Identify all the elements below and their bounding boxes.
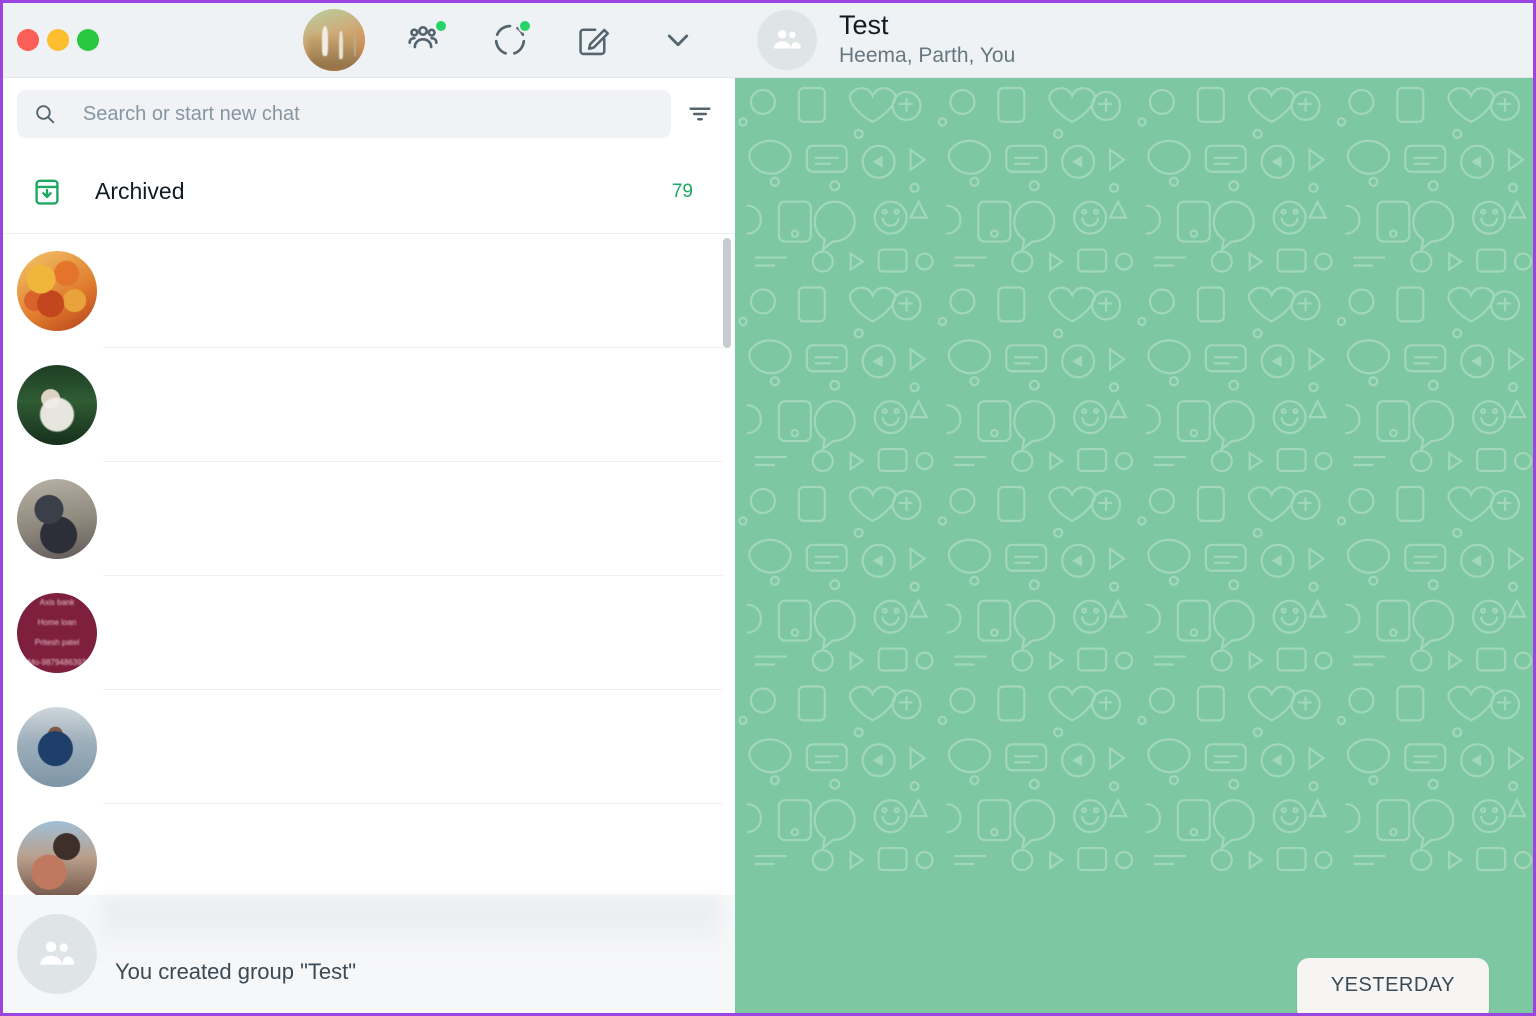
avatar [17, 479, 97, 559]
avatar [17, 251, 97, 331]
list-item-body [97, 348, 735, 462]
list-item-test-group[interactable]: You created group "Test" [3, 895, 735, 1013]
maximize-window-button[interactable] [77, 29, 99, 51]
conversation-header-text: Test Heema, Parth, You [839, 10, 1015, 70]
date-divider-label: YESTERDAY [1330, 974, 1455, 996]
chat-list[interactable]: Axis bank Home loan Pritesh patel Mo-987948… [3, 234, 735, 1013]
list-item-body [97, 576, 735, 690]
group-avatar-icon [17, 914, 97, 994]
communities-button[interactable] [403, 17, 449, 63]
archived-label: Archived [95, 178, 185, 204]
chat-wallpaper-doodles [735, 78, 1533, 876]
status-badge-dot [518, 19, 532, 33]
list-item[interactable] [3, 690, 735, 804]
conversation-panel: Test Heema, Parth, You YESTERDAY [735, 3, 1533, 1013]
search-icon [36, 105, 55, 124]
chat-list-scrollbar[interactable] [723, 238, 731, 348]
list-item-body [97, 234, 735, 348]
list-item-preview: You created group "Test" [115, 959, 357, 984]
redaction-blur [101, 899, 721, 953]
traffic-light-controls [3, 29, 99, 51]
avatar [17, 821, 97, 901]
date-divider: YESTERDAY [1296, 958, 1489, 1013]
list-item[interactable] [3, 234, 735, 348]
conversation-title: Test [839, 10, 889, 40]
chat-filter-button[interactable] [679, 93, 721, 135]
list-item[interactable] [3, 348, 735, 462]
avatar [17, 365, 97, 445]
chevron-down-icon [667, 34, 689, 47]
list-item[interactable]: Axis bank Home loan Pritesh patel Mo-987948… [3, 576, 735, 690]
avatar: Axis bank Home loan Pritesh patel Mo-987948… [17, 593, 97, 673]
new-chat-icon [579, 28, 610, 56]
menu-chevron-button[interactable] [655, 17, 701, 63]
list-item-body [97, 690, 735, 804]
list-item[interactable] [3, 462, 735, 576]
search-row [3, 78, 735, 150]
close-window-button[interactable] [17, 29, 39, 51]
status-button[interactable] [487, 17, 533, 63]
archived-count: 79 [671, 180, 693, 202]
message-area[interactable]: YESTERDAY [735, 78, 1533, 1013]
new-chat-button[interactable] [571, 17, 617, 63]
list-item-body: You created group "Test" [97, 895, 735, 1013]
avatar [17, 707, 97, 787]
minimize-window-button[interactable] [47, 29, 69, 51]
window-top-bar [3, 3, 735, 78]
conversation-header[interactable]: Test Heema, Parth, You [735, 3, 1533, 78]
conversation-participants: Heema, Parth, You [839, 44, 1016, 67]
chat-list-panel: Archived 79 Axis bankHome [3, 3, 735, 1013]
search-input[interactable] [82, 102, 655, 126]
filter-icon [689, 107, 711, 121]
top-bar-actions [303, 3, 701, 77]
archived-row[interactable]: Archived 79 [3, 150, 735, 234]
list-item-body [97, 462, 735, 576]
whatsapp-desktop-window: Archived 79 Axis bankHome [0, 0, 1536, 1016]
search-box[interactable] [17, 90, 671, 138]
avatar-text: Axis bank Home loan Pritesh patel Mo-987948… [27, 598, 87, 667]
archive-box-icon [31, 176, 77, 208]
communities-badge-dot [434, 19, 448, 33]
group-avatar-icon[interactable] [757, 10, 817, 70]
profile-avatar[interactable] [303, 9, 365, 71]
